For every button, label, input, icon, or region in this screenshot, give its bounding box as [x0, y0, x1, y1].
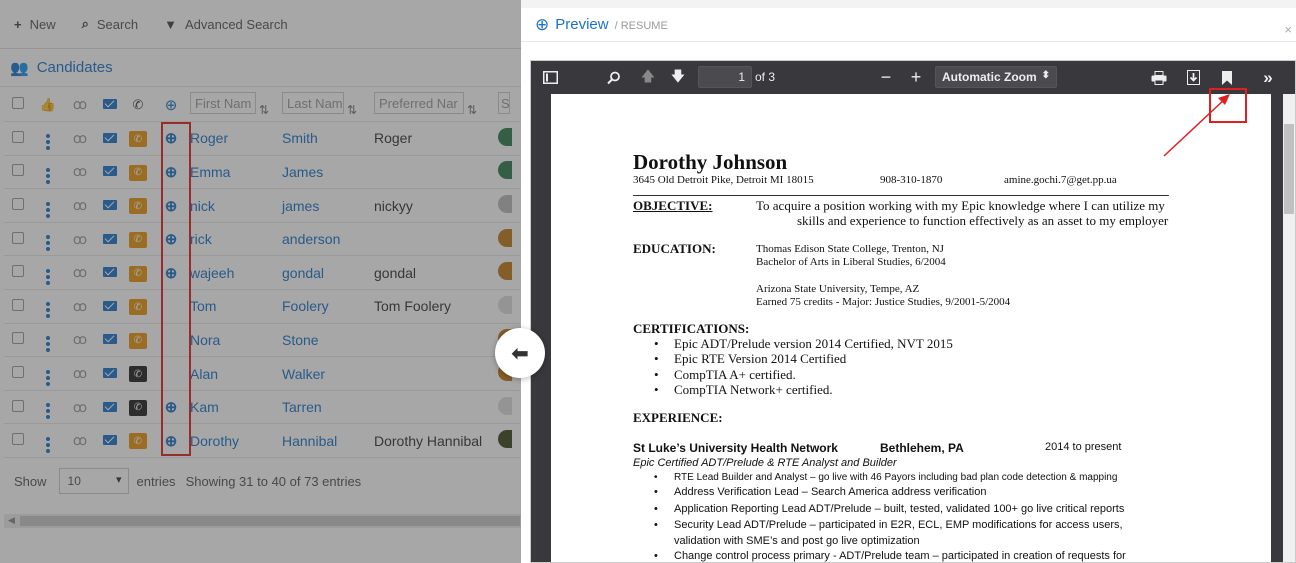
- find-icon[interactable]: [605, 61, 623, 94]
- zoom-select[interactable]: Automatic Zoom: [935, 66, 1057, 88]
- zoom-in-icon[interactable]: +: [905, 61, 927, 94]
- modal-backdrop[interactable]: [0, 0, 521, 563]
- page-number-input[interactable]: 1: [698, 66, 752, 88]
- job-organization: St Luke’s University Health Network: [633, 441, 838, 455]
- job-title: Epic Certified ADT/Prelude & RTE Analyst…: [633, 457, 897, 469]
- page-count: of 3: [755, 70, 776, 84]
- preview-title: Preview: [555, 16, 609, 33]
- certification-item: CompTIA A+ certified.: [654, 367, 796, 383]
- preview-subtitle: / RESUME: [614, 20, 668, 32]
- preview-header: ⊕ Preview / RESUME: [521, 0, 1296, 42]
- objective-label: OBJECTIVE:: [633, 198, 713, 213]
- arrow-left-icon: ⬅: [511, 342, 529, 365]
- objective-line-2: skills and experience to function effect…: [797, 213, 1169, 228]
- certifications-label: CERTIFICATIONS:: [633, 321, 750, 336]
- resume-address: 3645 Old Detroit Pike, Detroit MI 18015: [633, 174, 814, 186]
- pdf-page: Dorothy Johnson 3645 Old Detroit Pike, D…: [551, 94, 1271, 562]
- job-bullet: Application Reporting Lead ADT/Prelude –…: [654, 503, 1124, 515]
- next-page-icon[interactable]: 🡇: [669, 61, 687, 94]
- document-area: Dorothy Johnson 3645 Old Detroit Pike, D…: [531, 94, 1285, 562]
- education-school-2: Arizona State University, Tempe, AZ: [756, 283, 920, 295]
- objective-line-1: To acquire a position working with my Ep…: [756, 198, 1165, 213]
- experience-label: EXPERIENCE:: [633, 410, 723, 425]
- preview-panel: ⊕ Preview / RESUME × 🡅 🡇 1 of 3 − + Auto…: [521, 0, 1296, 563]
- header-divider: [633, 195, 1169, 196]
- zoom-out-icon[interactable]: −: [875, 61, 897, 94]
- education-label: EDUCATION:: [633, 241, 716, 256]
- education-school-1: Thomas Edison State College, Trenton, NJ: [756, 243, 944, 255]
- vertical-scrollbar[interactable]: [1283, 94, 1295, 562]
- job-dates: 2014 to present: [1045, 441, 1122, 453]
- resume-phone: 908-310-1870: [880, 174, 943, 186]
- close-icon[interactable]: ×: [1284, 22, 1292, 37]
- education-degree-2: Earned 75 credits - Major: Justice Studi…: [756, 296, 1011, 308]
- scrollbar-thumb[interactable]: [1284, 124, 1294, 214]
- candidates-app: + New ⌕ Search ▼ Advanced Search 👥 Candidat…: [0, 0, 521, 563]
- sidebar-toggle-icon[interactable]: [541, 61, 559, 94]
- back-arrow-button[interactable]: ⬅: [495, 328, 545, 378]
- preview-search-icon: ⊕: [535, 14, 550, 34]
- resume-email: amine.gochi.7@get.pp.ua: [1004, 174, 1117, 186]
- tools-menu-icon[interactable]: »: [1257, 61, 1279, 94]
- job-bullet: RTE Lead Builder and Analyst – go live w…: [654, 472, 1117, 483]
- job-bullet: Change control process primary - ADT/Pre…: [654, 550, 1126, 562]
- resume-name: Dorothy Johnson: [633, 150, 788, 174]
- job-bullet-continuation: validation with SME’s and post go live o…: [674, 535, 920, 547]
- annotation-arrow: [1163, 94, 1230, 157]
- job-location: Bethlehem, PA: [880, 441, 964, 455]
- certification-item: Epic ADT/Prelude version 2014 Certified,…: [654, 336, 953, 352]
- certification-item: Epic RTE Version 2014 Certified: [654, 351, 846, 367]
- previous-page-icon[interactable]: 🡅: [639, 61, 657, 94]
- certification-item: CompTIA Network+ certified.: [654, 382, 833, 398]
- job-bullet: Address Verification Lead – Search Ameri…: [654, 486, 986, 498]
- job-bullet: Security Lead ADT/Prelude – participated…: [654, 519, 1123, 531]
- education-degree-1: Bachelor of Arts in Liberal Studies, 6/2…: [756, 256, 946, 268]
